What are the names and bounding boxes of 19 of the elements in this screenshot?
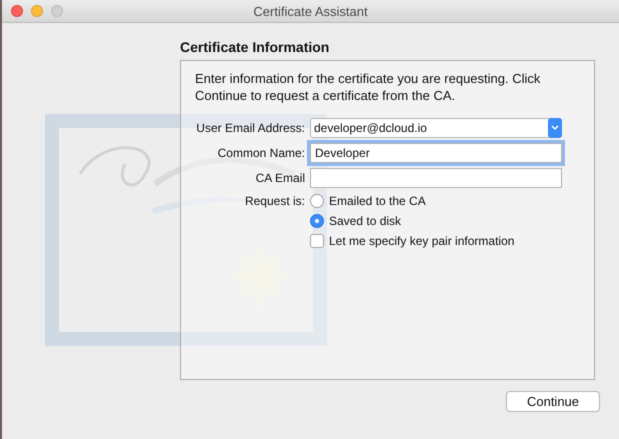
field-label: Common Name: — [216, 146, 305, 160]
input-field[interactable]: Developer — [310, 143, 562, 163]
field-label: CA Email — [254, 171, 305, 185]
intro-text: Enter information for the certificate you are requesting. Click Continue to request a certificate from the CA. — [195, 70, 542, 104]
close-button[interactable] — [11, 5, 23, 17]
continue-button[interactable]: Continue — [506, 391, 600, 412]
checkbox-label: Let me specify key pair information — [329, 234, 514, 248]
minimize-button[interactable] — [31, 5, 43, 17]
field-label: User Email Address: — [195, 121, 305, 135]
email-dropdown[interactable]: developer@dcloud.io — [310, 118, 562, 138]
radio-label: Saved to disk — [329, 214, 402, 228]
radio-label: Emailed to the CA — [329, 194, 426, 208]
input-field[interactable] — [310, 168, 562, 188]
section-heading: Certificate Information — [180, 39, 330, 57]
zoom-button[interactable] — [51, 5, 63, 17]
field-label: Request is: — [244, 193, 305, 209]
chevron-icon — [548, 118, 562, 138]
window-title: Certificate Assistant — [253, 4, 368, 18]
checkbox[interactable] — [310, 234, 324, 248]
